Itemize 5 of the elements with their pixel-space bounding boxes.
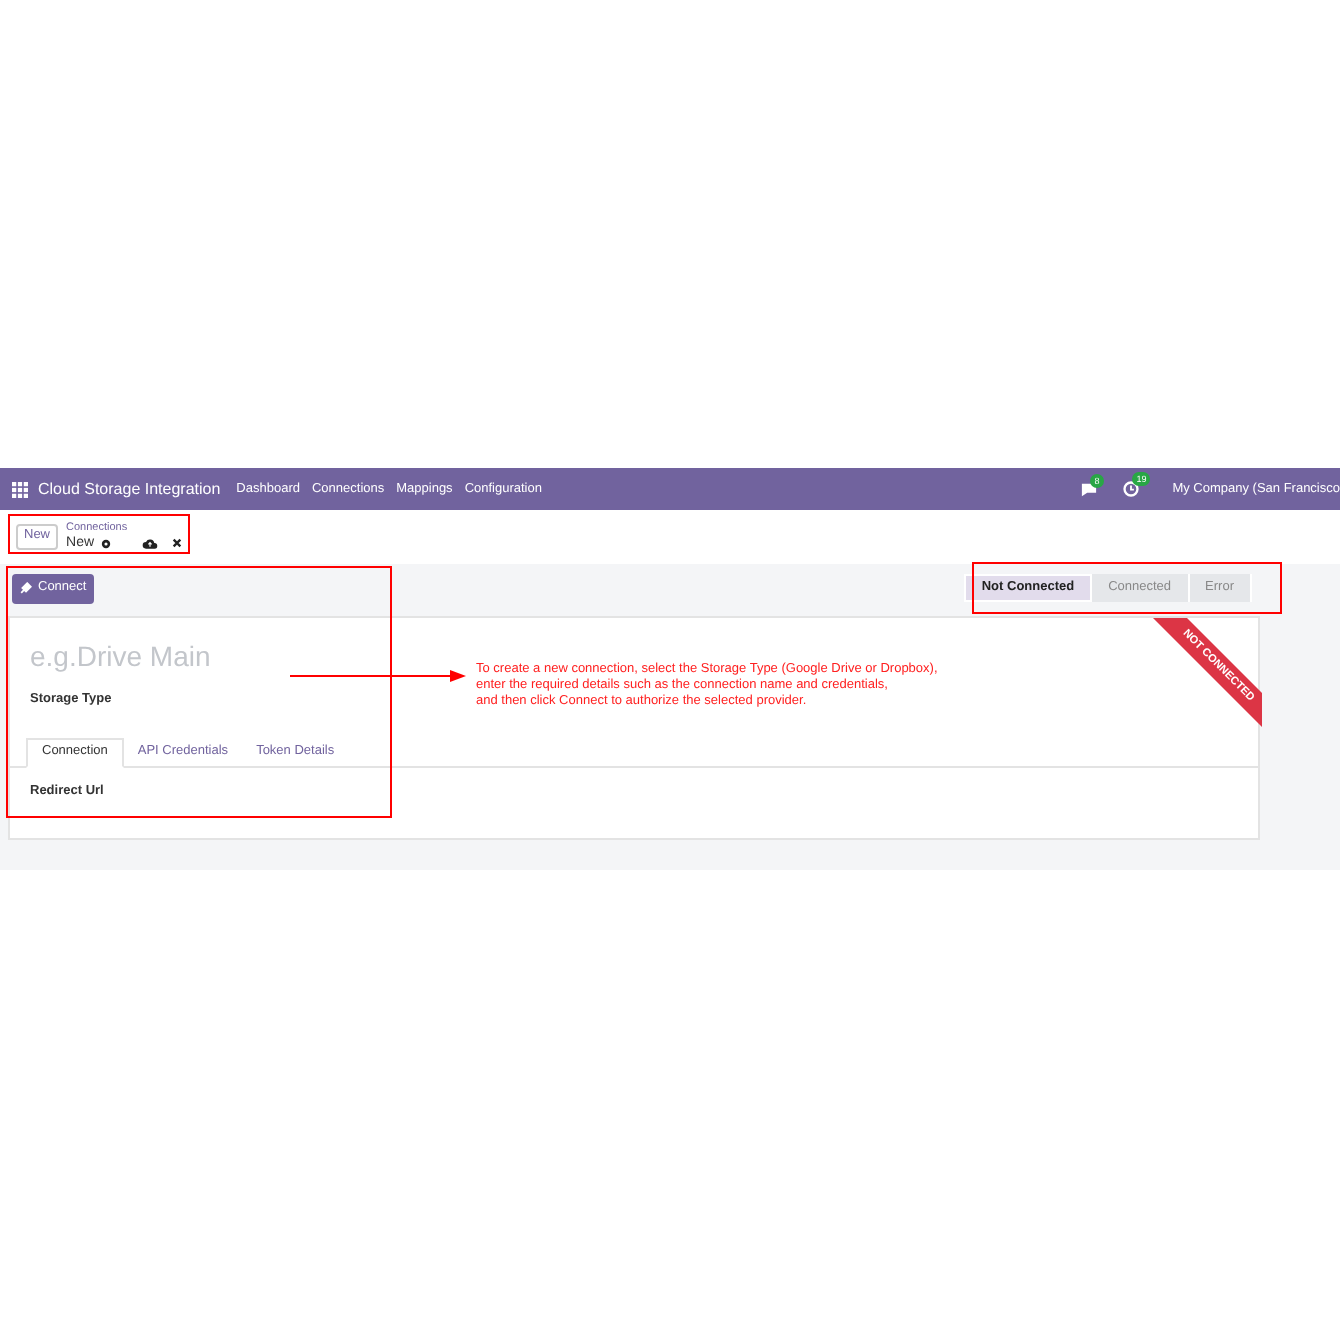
clock-icon[interactable] bbox=[1122, 480, 1141, 498]
apps-grid-icon[interactable] bbox=[12, 481, 28, 497]
close-icon[interactable] bbox=[172, 538, 183, 549]
app-title: Cloud Storage Integration bbox=[38, 477, 221, 501]
cloud-upload-icon[interactable] bbox=[142, 537, 159, 550]
